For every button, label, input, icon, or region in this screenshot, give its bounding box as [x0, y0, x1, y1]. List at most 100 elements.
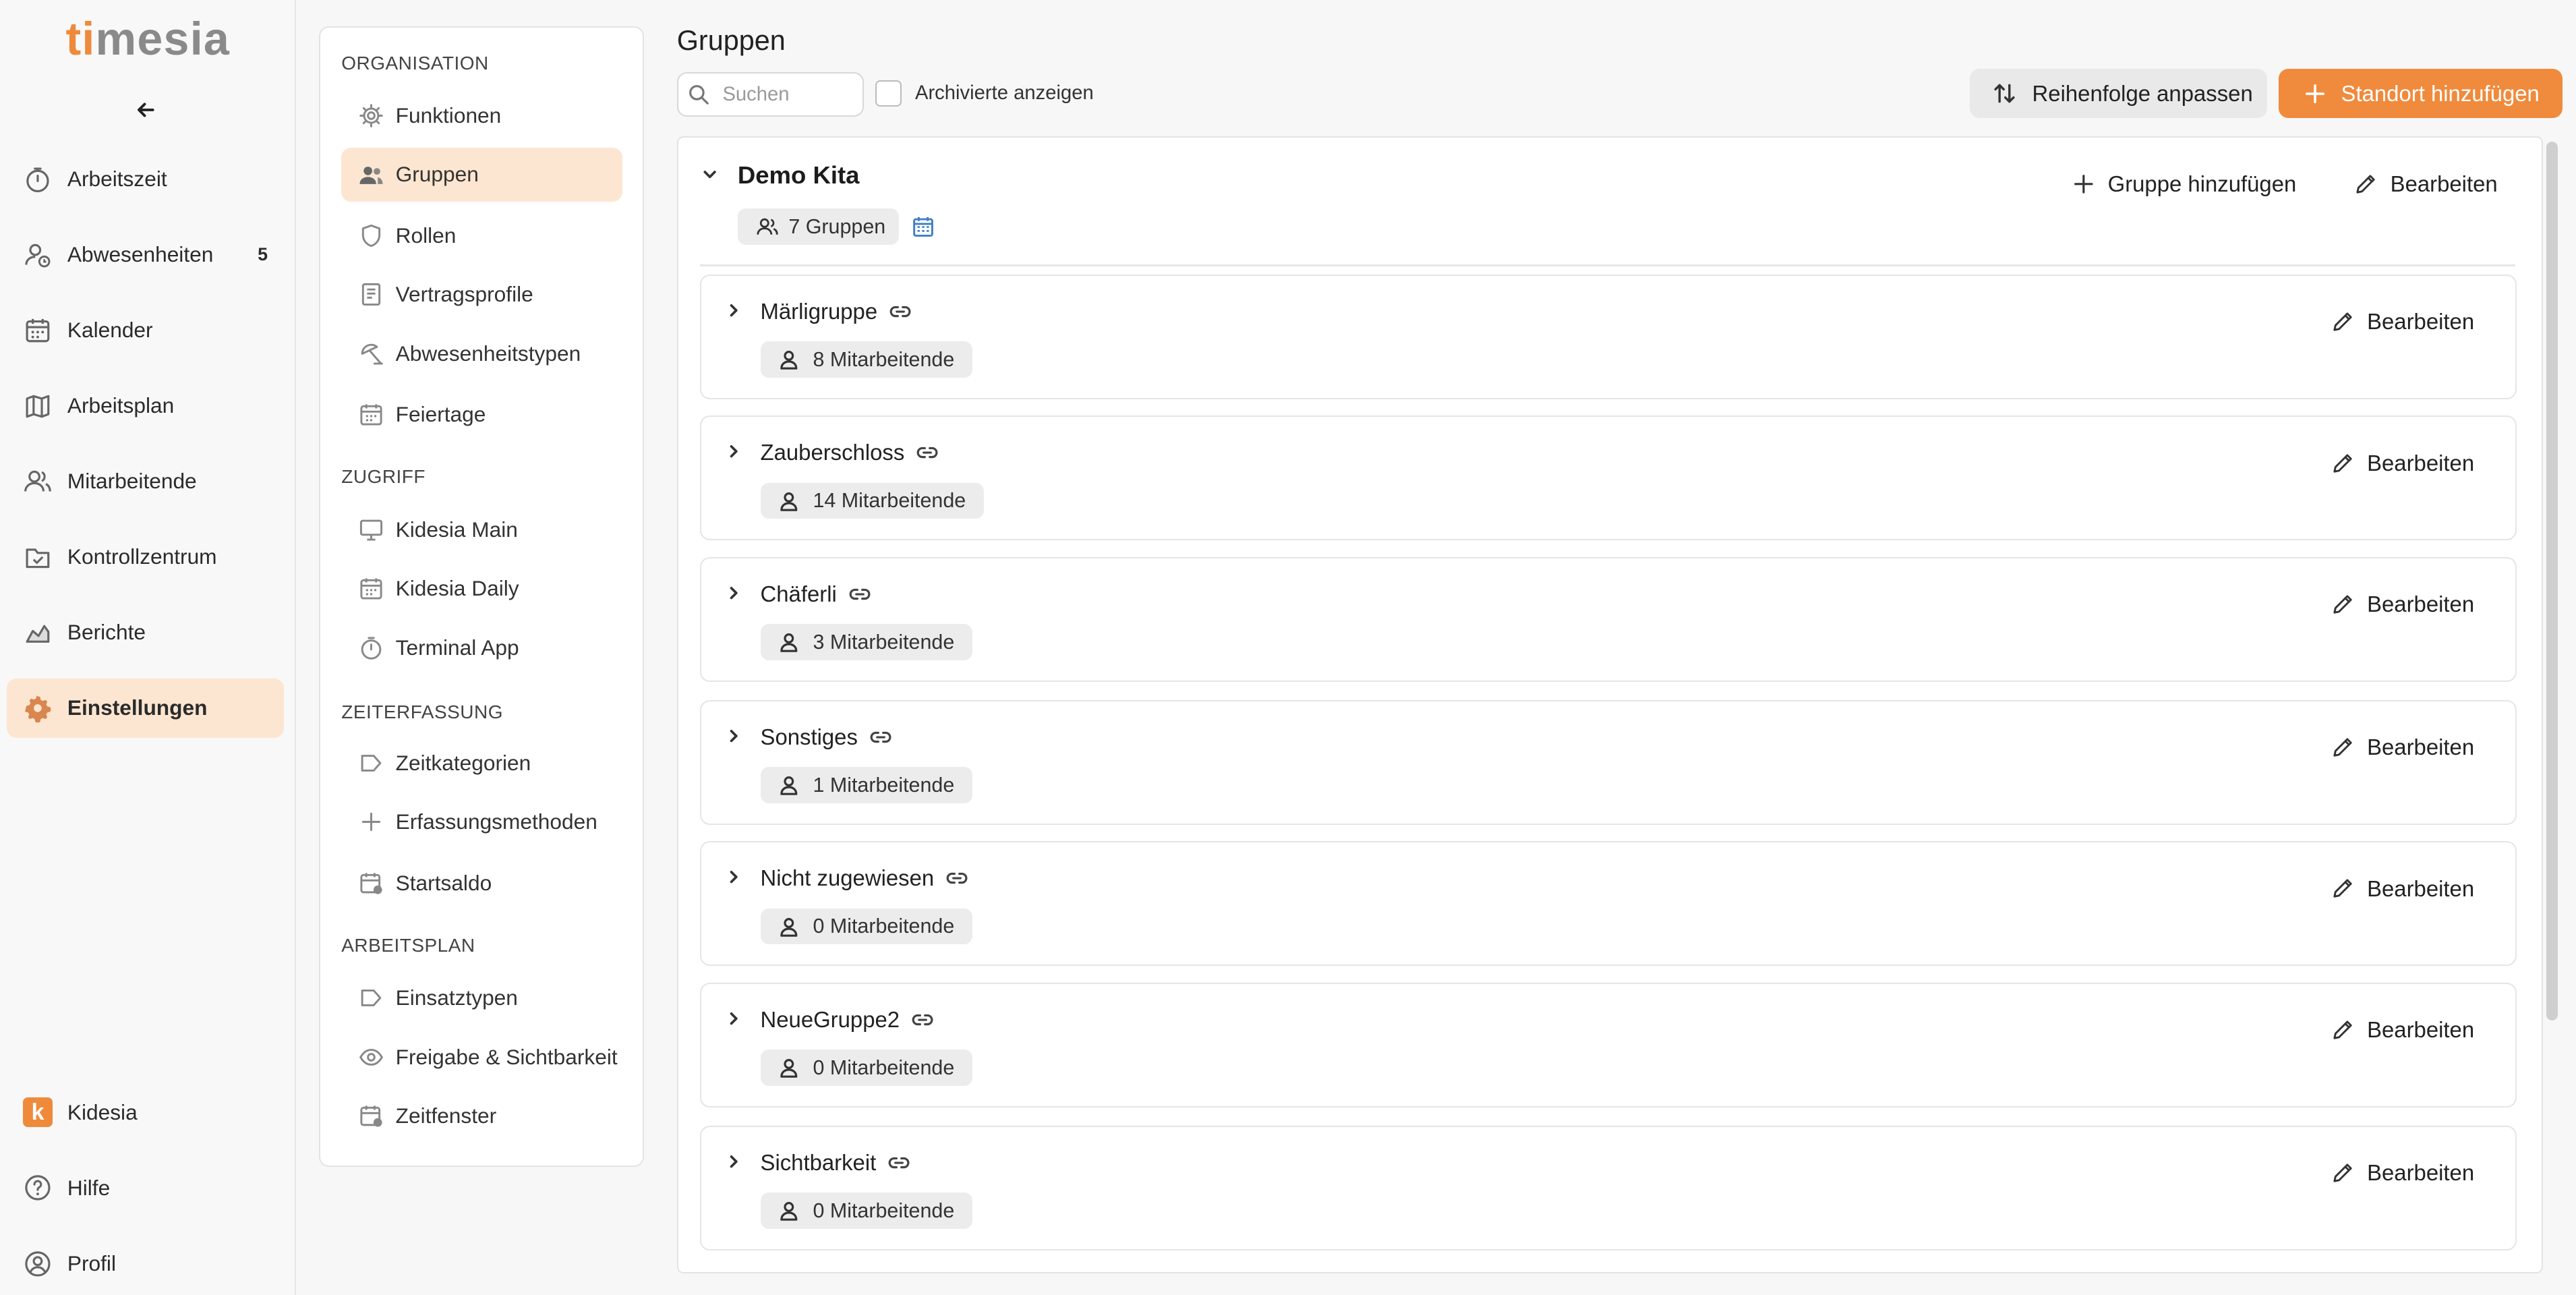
- plus-icon: [2304, 82, 2326, 105]
- nav-item-berichte[interactable]: Berichte: [7, 603, 285, 662]
- settings-item-rollen[interactable]: Rollen: [341, 208, 622, 262]
- member-count-label: 3 Mitarbeitende: [813, 630, 955, 654]
- nav-item-arbeitsplan[interactable]: Arbeitsplan: [7, 376, 285, 436]
- settings-item-label: Zeitfenster: [395, 1103, 497, 1128]
- groups-count-label: 7 Gruppen: [788, 214, 886, 238]
- add-group-button[interactable]: Gruppe hinzufügen: [2073, 167, 2296, 200]
- calendar-blue-icon[interactable]: [912, 215, 935, 238]
- edit-label: Bearbeiten: [2367, 735, 2475, 760]
- archived-label[interactable]: Archivierte anzeigen: [915, 82, 1094, 105]
- reorder-button[interactable]: Reihenfolge anpassen: [1970, 69, 2267, 119]
- edit-location-button[interactable]: Bearbeiten: [2354, 167, 2498, 200]
- link-icon[interactable]: [887, 1151, 910, 1174]
- settings-item-label: Erfassungsmethoden: [395, 809, 597, 834]
- settings-item-abwesenheitstypen[interactable]: Abwesenheitstypen: [341, 326, 622, 380]
- edit-group-button[interactable]: Bearbeiten: [2331, 306, 2474, 339]
- scrollbar-thumb[interactable]: [2546, 141, 2558, 1020]
- expand-chevron-icon[interactable]: [726, 1010, 742, 1027]
- collapse-chevron-icon[interactable]: [700, 165, 720, 184]
- add-location-button-label: Standort hinzufügen: [2341, 80, 2540, 106]
- group-name: Märligruppe: [761, 299, 912, 324]
- nav-item-mitarbeitende[interactable]: Mitarbeitende: [7, 452, 285, 511]
- beach-umbrella-icon: [358, 341, 384, 367]
- expand-chevron-icon[interactable]: [726, 1153, 742, 1170]
- expand-chevron-icon[interactable]: [726, 585, 742, 601]
- nav-item-kalender[interactable]: Kalender: [7, 301, 285, 360]
- settings-item-terminal-app[interactable]: Terminal App: [341, 621, 622, 674]
- settings-item-vertragsprofile[interactable]: Vertragsprofile: [341, 268, 622, 322]
- expand-chevron-icon[interactable]: [726, 728, 742, 744]
- stopwatch-icon: [358, 635, 384, 661]
- expand-chevron-icon[interactable]: [726, 302, 742, 318]
- settings-item-funktionen[interactable]: Funktionen: [341, 88, 622, 142]
- edit-group-button[interactable]: Bearbeiten: [2331, 447, 2474, 480]
- settings-item-erfassungsmethoden[interactable]: Erfassungsmethoden: [341, 795, 622, 849]
- expand-chevron-icon[interactable]: [726, 443, 742, 459]
- archived-checkbox[interactable]: [875, 80, 902, 107]
- group-card-zauberschloss: Zauberschloss 14 Mitarbeitende Bearbeite…: [699, 415, 2517, 541]
- timesia-logo[interactable]: timesia: [65, 13, 230, 65]
- settings-item-label: Gruppen: [395, 162, 479, 187]
- expand-chevron-icon[interactable]: [726, 869, 742, 885]
- settings-item-gruppen[interactable]: Gruppen: [341, 147, 622, 202]
- link-icon[interactable]: [911, 1008, 934, 1031]
- help-icon: [23, 1173, 53, 1203]
- settings-item-freigabe-sichtbarkeit[interactable]: Freigabe & Sichtbarkeit: [341, 1030, 622, 1084]
- member-count-label: 0 Mitarbeitende: [813, 1199, 955, 1222]
- group-name-text: NeueGruppe2: [760, 1006, 900, 1032]
- nav-item-einstellungen[interactable]: Einstellungen: [6, 679, 285, 738]
- edit-group-button[interactable]: Bearbeiten: [2331, 731, 2475, 764]
- plus-icon: [2073, 173, 2095, 195]
- settings-item-label: Kidesia Daily: [395, 576, 519, 601]
- settings-item-einsatztypen[interactable]: Einsatztypen: [341, 971, 622, 1025]
- nav-item-label: Einstellungen: [67, 695, 208, 720]
- edit-group-button[interactable]: Bearbeiten: [2331, 1014, 2474, 1047]
- settings-item-zeitkategorien[interactable]: Zeitkategorien: [341, 736, 622, 790]
- group-name-text: Märligruppe: [760, 298, 878, 324]
- abwesenheiten-count-badge: 5: [258, 244, 268, 265]
- link-icon[interactable]: [916, 441, 939, 464]
- nav-item-profil[interactable]: Profil: [7, 1234, 285, 1294]
- search-input[interactable]: [719, 82, 854, 107]
- settings-item-kidesia-daily[interactable]: Kidesia Daily: [341, 562, 622, 616]
- nav-item-label: Profil: [67, 1250, 116, 1275]
- member-count-label: 14 Mitarbeitende: [813, 489, 966, 513]
- back-arrow-icon[interactable]: [131, 95, 161, 125]
- settings-item-zeitfenster[interactable]: Zeitfenster: [341, 1089, 622, 1143]
- nav-item-kontrollzentrum[interactable]: Kontrollzentrum: [7, 527, 285, 587]
- link-icon[interactable]: [889, 300, 912, 323]
- location-name: Demo Kita: [737, 161, 860, 189]
- member-count-badge: 14 Mitarbeitende: [760, 482, 984, 519]
- calendar-clock-icon: [358, 870, 384, 896]
- calendar-icon: [358, 575, 384, 602]
- link-icon[interactable]: [869, 726, 892, 749]
- nav-item-label: Hilfe: [67, 1175, 111, 1200]
- link-icon[interactable]: [945, 867, 968, 890]
- nav-item-label: Abwesenheiten: [67, 242, 214, 267]
- member-count-badge: 0 Mitarbeitende: [760, 908, 973, 945]
- add-location-button[interactable]: Standort hinzufügen: [2279, 69, 2563, 119]
- user-icon: [778, 1200, 800, 1221]
- user-icon: [778, 774, 800, 796]
- edit-group-button[interactable]: Bearbeiten: [2331, 588, 2474, 621]
- pencil-icon: [2354, 173, 2377, 196]
- settings-item-feiertage[interactable]: Feiertage: [341, 387, 622, 441]
- calendar-icon: [23, 316, 53, 345]
- member-count-badge: 3 Mitarbeitende: [760, 624, 973, 660]
- calendar-icon: [358, 401, 384, 428]
- settings-item-startsaldo[interactable]: Startsaldo: [341, 856, 622, 910]
- nav-item-abwesenheiten[interactable]: Abwesenheiten 5: [7, 225, 285, 285]
- nav-item-hilfe[interactable]: Hilfe: [7, 1159, 285, 1218]
- settings-item-kidesia-main[interactable]: Kidesia Main: [341, 502, 622, 556]
- member-count-badge: 8 Mitarbeitende: [760, 341, 973, 378]
- link-icon[interactable]: [848, 583, 871, 606]
- profile-icon: [23, 1249, 53, 1279]
- search-box[interactable]: [676, 72, 865, 117]
- edit-group-button[interactable]: Bearbeiten: [2331, 872, 2474, 905]
- settings-item-label: Vertragsprofile: [395, 282, 533, 307]
- nav-item-arbeitszeit[interactable]: Arbeitszeit: [7, 150, 285, 209]
- gear-outline-icon: [358, 103, 384, 129]
- settings-item-label: Zeitkategorien: [395, 750, 531, 775]
- nav-item-kidesia[interactable]: k Kidesia: [7, 1083, 285, 1142]
- edit-group-button[interactable]: Bearbeiten: [2331, 1157, 2474, 1190]
